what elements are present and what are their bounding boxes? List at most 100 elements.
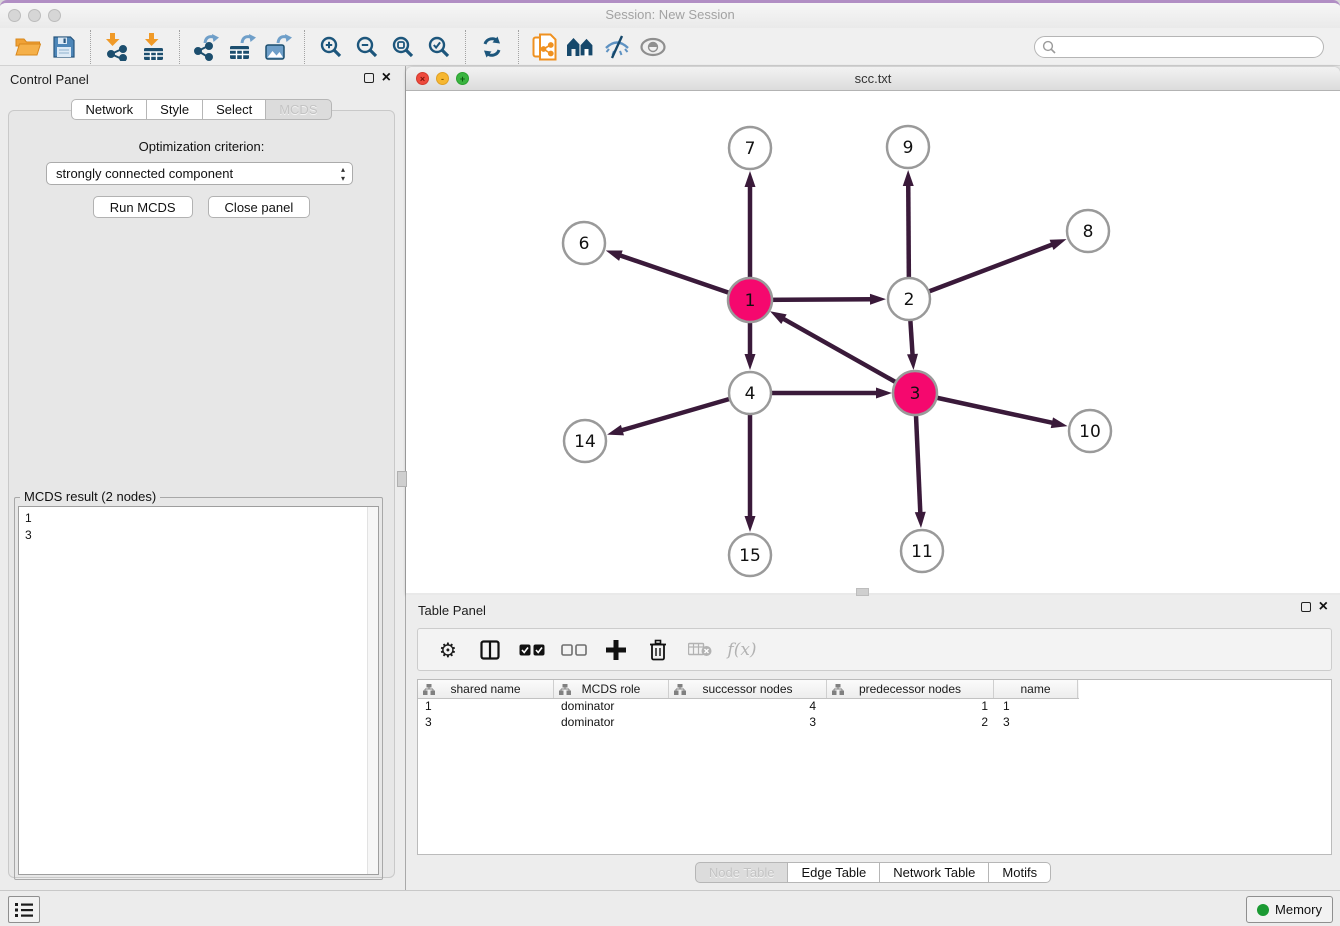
eye-icon (639, 37, 667, 57)
search-box (1034, 36, 1324, 58)
toolbar-separator (518, 30, 519, 64)
zoom-selected-button[interactable] (421, 30, 457, 64)
tab-select[interactable]: Select (202, 99, 266, 120)
table-settings-button[interactable]: ⚙ (433, 634, 463, 666)
split-panel-button[interactable] (475, 634, 505, 666)
float-table-panel-icon[interactable] (1301, 602, 1311, 612)
first-neighbors-button[interactable] (563, 30, 599, 64)
table-row[interactable]: 1 dominator 4 1 1 (418, 699, 1331, 715)
control-panel-title: Control Panel (10, 72, 89, 87)
mcds-panel: Optimization criterion: strongly connect… (8, 110, 395, 878)
cell-predecessor-nodes[interactable]: 2 (827, 715, 994, 731)
network-window-title: scc.txt (406, 71, 1340, 86)
refresh-layout-icon (480, 35, 504, 59)
network-graph: 7968124314101511 (406, 91, 1340, 593)
tab-node-table[interactable]: Node Table (695, 862, 789, 883)
column-header-name[interactable]: name (994, 680, 1078, 698)
network-view-window: × - + scc.txt 7968124314101511 (406, 67, 1340, 595)
cell-name[interactable]: 1 (994, 699, 1078, 715)
application-window: Session: New Session (0, 0, 1340, 926)
unselect-all-columns-button[interactable] (559, 634, 589, 666)
memory-button[interactable]: Memory (1246, 896, 1333, 923)
close-panel-icon[interactable]: × (382, 73, 391, 83)
hide-selected-button[interactable] (599, 30, 635, 64)
cell-shared-name[interactable]: 3 (418, 715, 554, 731)
optimization-criterion-label: Optimization criterion: (9, 139, 394, 154)
export-network-button[interactable] (188, 30, 224, 64)
close-table-panel-icon[interactable]: × (1319, 602, 1328, 612)
column-header-successor-nodes[interactable]: successor nodes (669, 680, 827, 698)
show-panels-button[interactable] (8, 896, 40, 923)
graph-edge-arrowhead-1-7 (745, 171, 756, 187)
cell-shared-name[interactable]: 1 (418, 699, 554, 715)
close-panel-button[interactable]: Close panel (208, 196, 311, 218)
cell-mcds-role[interactable]: dominator (554, 715, 669, 731)
graph-node-label-9: 9 (903, 138, 914, 158)
graph-node-label-3: 3 (910, 384, 921, 404)
zoom-fit-icon (391, 35, 415, 59)
float-panel-icon[interactable] (364, 73, 374, 83)
graph-edge-arrowhead-2-3 (907, 354, 918, 370)
table-row[interactable]: 3 dominator 3 2 3 (418, 715, 1331, 731)
attribute-tree-icon (674, 684, 686, 695)
save-session-button[interactable] (46, 30, 82, 64)
dropdown-stepper-icon: ▴▾ (341, 165, 345, 183)
zoom-fit-content-button[interactable] (385, 30, 421, 64)
table-toolbar: ⚙ (417, 628, 1332, 671)
delete-columns-button[interactable] (643, 634, 673, 666)
apply-preferred-layout-button[interactable] (474, 30, 510, 64)
clone-network-button[interactable] (527, 30, 563, 64)
network-canvas[interactable]: 7968124314101511 (406, 91, 1340, 593)
split-panel-icon (480, 640, 500, 660)
list-icon (14, 902, 34, 918)
run-mcds-button[interactable]: Run MCDS (93, 196, 193, 218)
attribute-tree-icon (423, 684, 435, 695)
fx-icon: f(x) (727, 640, 756, 660)
cell-predecessor-nodes[interactable]: 1 (827, 699, 994, 715)
houses-icon (566, 36, 596, 58)
unchecked-boxes-icon (561, 644, 587, 656)
cell-successor-nodes[interactable]: 3 (669, 715, 827, 731)
mcds-result-textarea[interactable]: 1 3 (18, 506, 379, 875)
tab-edge-table[interactable]: Edge Table (787, 862, 880, 883)
graph-edge-2-8[interactable] (909, 244, 1054, 299)
mcds-result-title: MCDS result (2 nodes) (20, 489, 160, 504)
vertical-splitter-handle[interactable] (397, 471, 407, 487)
import-table-icon (140, 33, 166, 61)
plus-icon (606, 640, 626, 660)
graph-edge-arrowhead-3-10 (1051, 417, 1068, 428)
column-header-shared-name[interactable]: shared name (418, 680, 554, 698)
toolbar-separator (179, 30, 180, 64)
tab-style[interactable]: Style (146, 99, 203, 120)
criterion-dropdown-value: strongly connected component (56, 166, 233, 181)
search-input[interactable] (1034, 36, 1324, 58)
network-window-titlebar[interactable]: × - + scc.txt (406, 67, 1340, 91)
criterion-dropdown[interactable]: strongly connected component ▴▾ (46, 162, 353, 185)
select-all-columns-button[interactable] (517, 634, 547, 666)
create-column-button[interactable] (601, 634, 631, 666)
open-session-button[interactable] (10, 30, 46, 64)
function-builder-button[interactable]: f(x) (727, 634, 757, 666)
zoom-in-button[interactable] (313, 30, 349, 64)
save-floppy-icon (53, 36, 75, 58)
cell-successor-nodes[interactable]: 4 (669, 699, 827, 715)
import-table-button[interactable] (135, 30, 171, 64)
cell-name[interactable]: 3 (994, 715, 1078, 731)
column-header-mcds-role[interactable]: MCDS role (554, 680, 669, 698)
import-network-button[interactable] (99, 30, 135, 64)
export-table-button[interactable] (224, 30, 260, 64)
show-all-button[interactable] (635, 30, 671, 64)
horizontal-splitter-handle[interactable] (856, 588, 869, 596)
tab-network[interactable]: Network (71, 99, 147, 120)
tab-network-table[interactable]: Network Table (879, 862, 989, 883)
tab-motifs[interactable]: Motifs (988, 862, 1051, 883)
result-scrollbar[interactable] (367, 507, 378, 874)
tab-mcds[interactable]: MCDS (265, 99, 331, 120)
column-header-predecessor-nodes[interactable]: predecessor nodes (827, 680, 994, 698)
cell-mcds-role[interactable]: dominator (554, 699, 669, 715)
zoom-out-button[interactable] (349, 30, 385, 64)
delete-table-button[interactable] (685, 634, 715, 666)
table-panel-title: Table Panel (418, 603, 486, 618)
attribute-tree-icon (832, 684, 844, 695)
export-image-button[interactable] (260, 30, 296, 64)
